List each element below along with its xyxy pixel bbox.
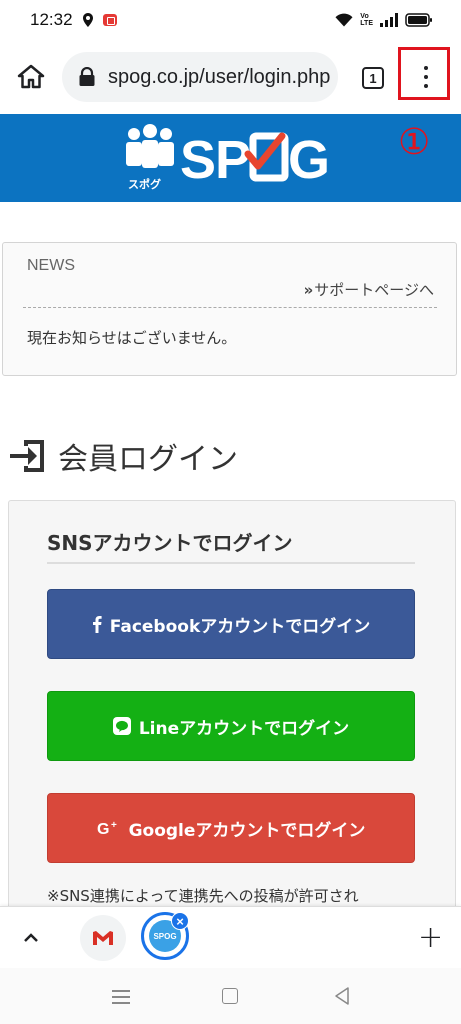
browser-toolbar: spog.co.jp/user/login.php 1 bbox=[0, 40, 461, 112]
line-login-label: Lineアカウントでログイン bbox=[138, 718, 350, 739]
double-chevron-right-icon: » bbox=[303, 281, 314, 299]
system-nav-bar bbox=[0, 968, 461, 1024]
news-box: NEWS » サポートページへ 現在お知らせはございません。 bbox=[2, 242, 457, 376]
svg-text:G: G bbox=[97, 821, 109, 836]
notification-app-icon bbox=[102, 14, 117, 26]
lock-icon bbox=[79, 67, 95, 86]
facebook-login-label: Facebookアカウントでログイン bbox=[109, 616, 371, 637]
status-time: 12:32 bbox=[30, 10, 73, 29]
battery-icon bbox=[405, 13, 432, 27]
url-text[interactable]: spog.co.jp/user/login.php bbox=[108, 66, 330, 89]
line-icon bbox=[112, 717, 131, 735]
logo-sub-text: スポグ bbox=[128, 177, 161, 191]
page-title-text: 会員ログイン bbox=[58, 442, 238, 477]
page-title: 会員ログイン bbox=[8, 434, 238, 478]
sns-note: ※SNS連携によって連携先への投稿が許可され bbox=[47, 887, 359, 905]
tab-gmail[interactable] bbox=[80, 915, 126, 961]
login-card: SNSアカウントでログイン Facebookアカウントでログイン Lineアカウ… bbox=[8, 500, 456, 920]
sns-title-underline bbox=[47, 562, 415, 564]
svg-text:+: + bbox=[111, 820, 117, 831]
nav-home-icon[interactable] bbox=[222, 988, 238, 1004]
more-vert-icon[interactable] bbox=[424, 66, 428, 93]
login-icon bbox=[10, 440, 44, 472]
volte-icon: Vo LTE bbox=[360, 13, 373, 27]
site-header: スポグ SP G bbox=[0, 114, 461, 202]
signal-icon bbox=[380, 13, 398, 27]
support-page-link[interactable]: » サポートページへ bbox=[304, 279, 434, 300]
line-login-button[interactable]: Lineアカウントでログイン bbox=[47, 691, 415, 761]
news-divider bbox=[23, 307, 437, 308]
support-link-label[interactable]: サポートページへ bbox=[314, 281, 434, 299]
tab-switcher-button[interactable]: 1 bbox=[362, 67, 384, 89]
wifi-icon bbox=[335, 13, 353, 27]
google-login-label: Googleアカウントでログイン bbox=[128, 820, 366, 841]
svg-text:SP: SP bbox=[180, 130, 250, 190]
google-login-button[interactable]: G + Googleアカウントでログイン bbox=[47, 793, 415, 863]
facebook-login-button[interactable]: Facebookアカウントでログイン bbox=[47, 589, 415, 659]
gmail-icon bbox=[93, 931, 113, 945]
facebook-icon bbox=[92, 615, 102, 633]
url-bar[interactable]: spog.co.jp/user/login.php bbox=[62, 52, 338, 102]
tab-strip: SPOG + bbox=[0, 906, 461, 968]
news-body: 現在お知らせはございません。 bbox=[27, 329, 237, 347]
plus-icon[interactable]: + bbox=[418, 923, 443, 953]
back-icon[interactable] bbox=[333, 986, 351, 1006]
google-plus-icon: G + bbox=[97, 820, 121, 836]
annotation-marker: ① bbox=[398, 122, 431, 163]
svg-text:G: G bbox=[288, 130, 330, 190]
close-tab-icon[interactable]: × bbox=[171, 912, 189, 930]
location-icon bbox=[82, 13, 93, 27]
chevron-up-icon[interactable] bbox=[20, 927, 42, 949]
spog-logo[interactable]: スポグ SP G bbox=[120, 122, 330, 194]
news-title: NEWS bbox=[27, 257, 75, 274]
recents-icon[interactable] bbox=[112, 990, 130, 1008]
status-bar: 12:32 Vo LTE bbox=[0, 0, 461, 40]
sns-login-title: SNSアカウントでログイン bbox=[47, 531, 293, 555]
home-icon[interactable] bbox=[16, 62, 46, 92]
